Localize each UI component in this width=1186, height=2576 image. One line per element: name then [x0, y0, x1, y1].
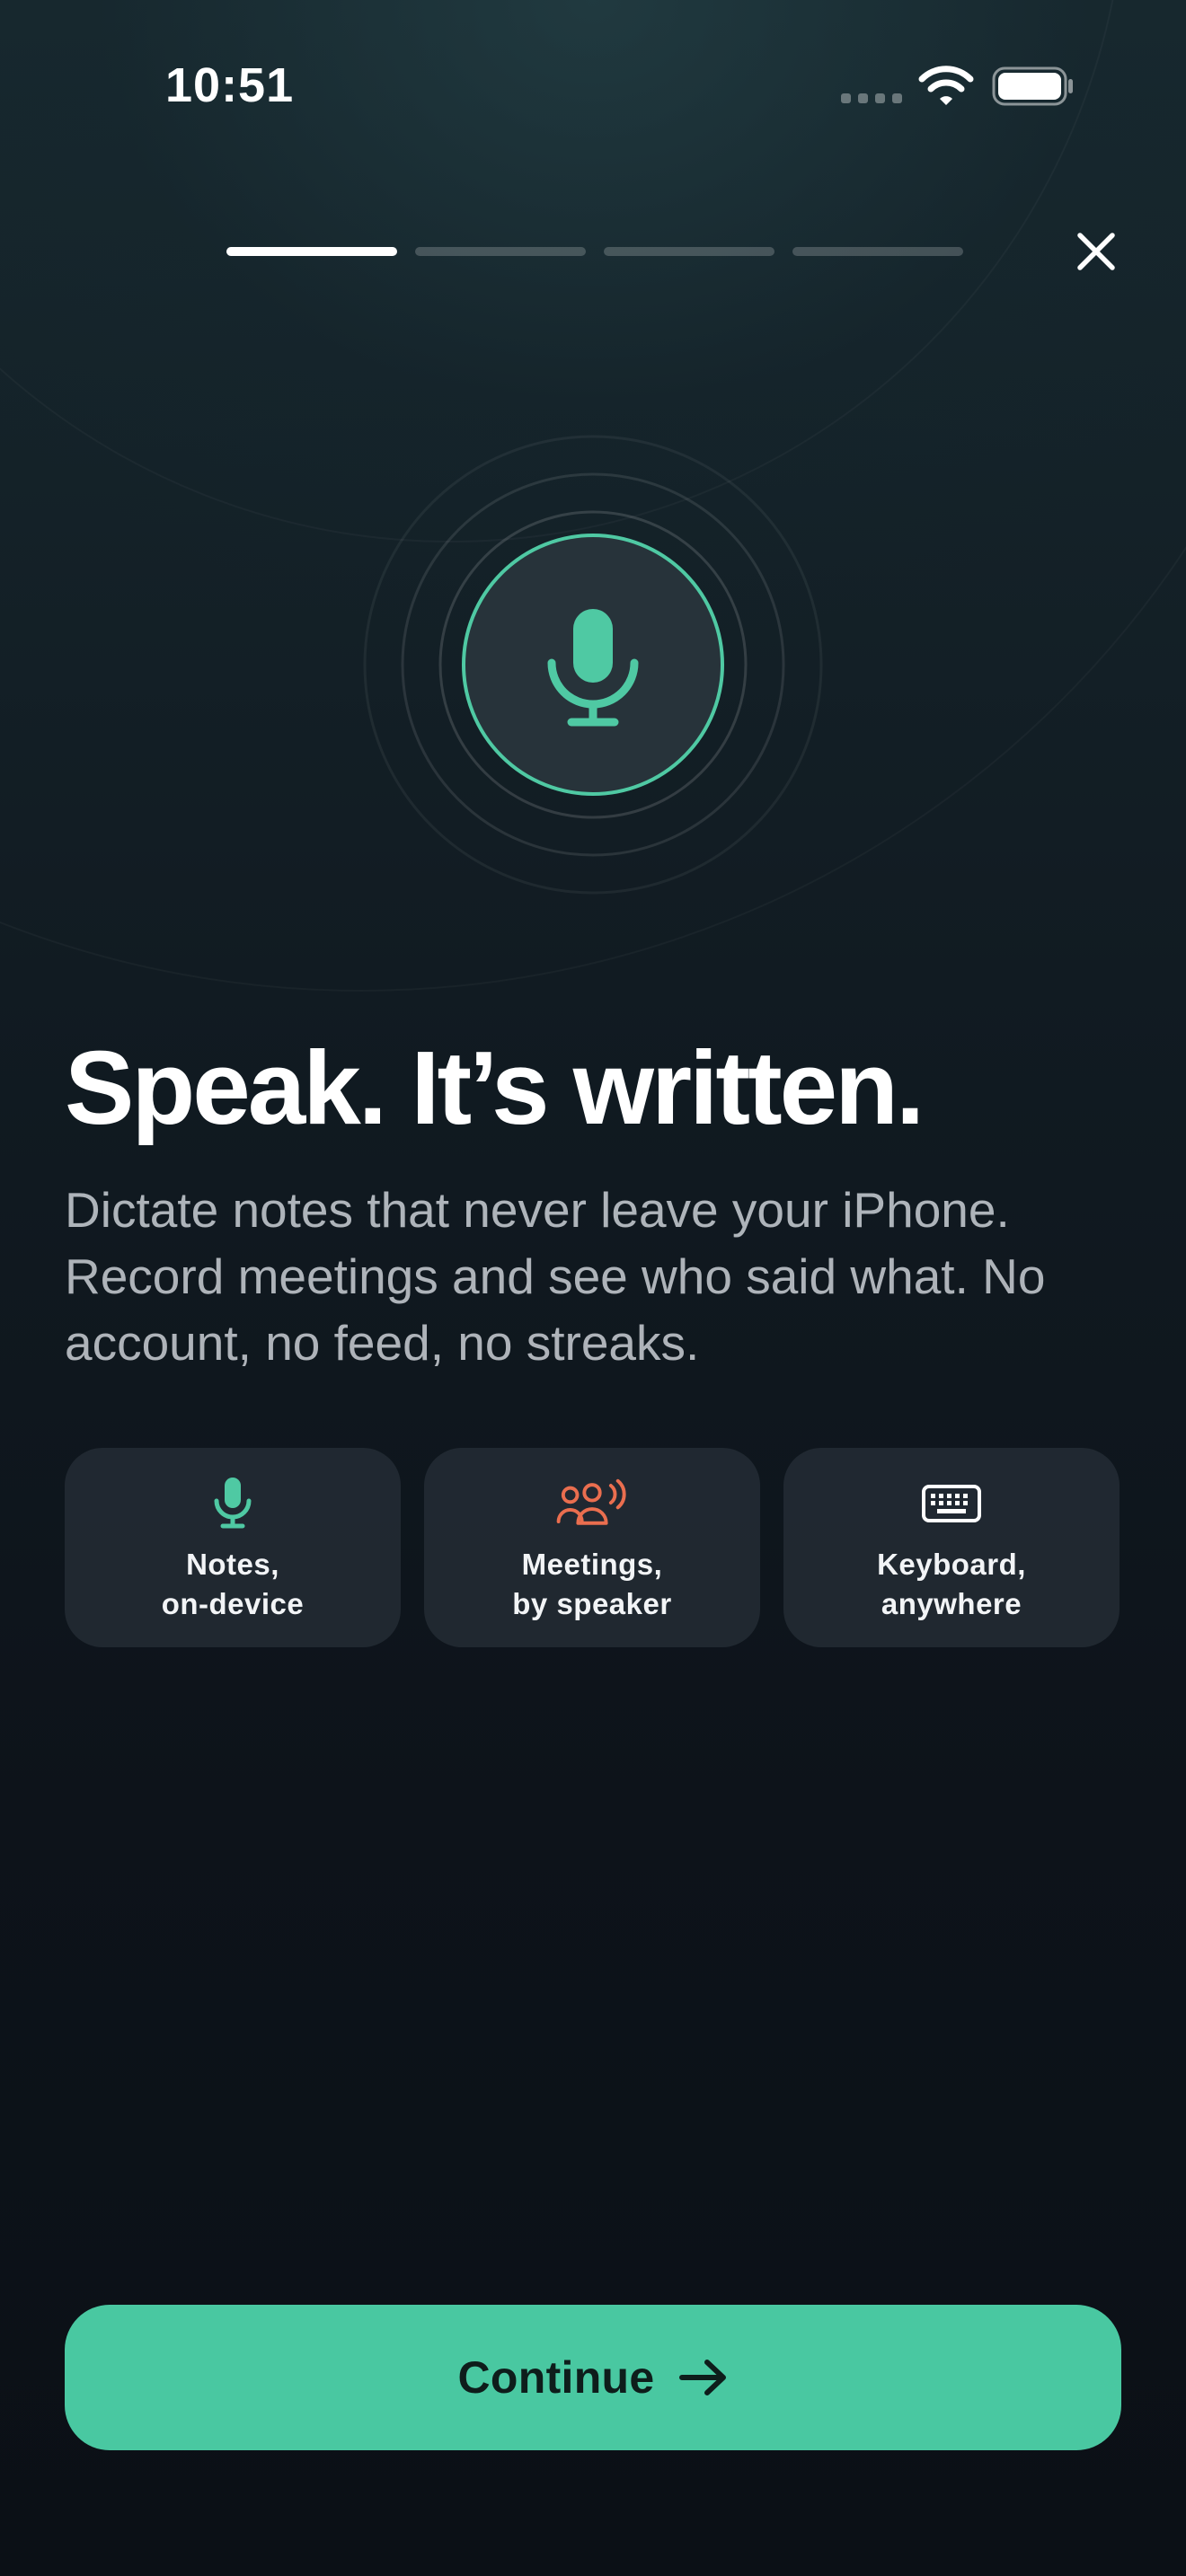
- continue-button[interactable]: Continue: [65, 2305, 1121, 2450]
- feature-card-keyboard: Keyboard, anywhere: [783, 1448, 1120, 1647]
- feature-cards: Notes, on-device Meetings, by speaker Ke…: [65, 1448, 1120, 1647]
- wifi-icon: [918, 66, 974, 105]
- cellular-signal-icon: [841, 93, 902, 103]
- keyboard-icon: [916, 1475, 987, 1532]
- feature-label: Notes, on-device: [161, 1548, 305, 1620]
- status-bar: 10:51: [0, 0, 1186, 171]
- feature-card-notes: Notes, on-device: [65, 1448, 401, 1647]
- feature-label: Keyboard, anywhere: [877, 1548, 1026, 1620]
- battery-icon: [992, 66, 1073, 106]
- progress-segment: [604, 247, 774, 256]
- close-icon: [1077, 233, 1115, 270]
- description: Dictate notes that never leave your iPho…: [65, 1182, 1046, 1371]
- status-time: 10:51: [165, 58, 295, 112]
- feature-label: Meetings, by speaker: [512, 1548, 672, 1620]
- progress-segment: [415, 247, 586, 256]
- onboarding-progress: [226, 247, 963, 256]
- microphone-icon: [197, 1475, 269, 1532]
- feature-card-meetings: Meetings, by speaker: [424, 1448, 760, 1647]
- microphone-rings: [363, 435, 823, 895]
- close-button[interactable]: [1069, 225, 1123, 278]
- people-speaking-icon: [556, 1475, 628, 1532]
- continue-label: Continue: [457, 2352, 655, 2403]
- arrow-right-icon: [678, 2360, 726, 2395]
- progress-segment: [792, 247, 963, 256]
- progress-segment: [226, 247, 397, 256]
- onboarding-screen: 10:51 Speak. It’s written. Dictate notes…: [0, 0, 1186, 2576]
- headline: Speak. It’s written.: [65, 1029, 925, 1146]
- hero-microphone: [359, 431, 827, 898]
